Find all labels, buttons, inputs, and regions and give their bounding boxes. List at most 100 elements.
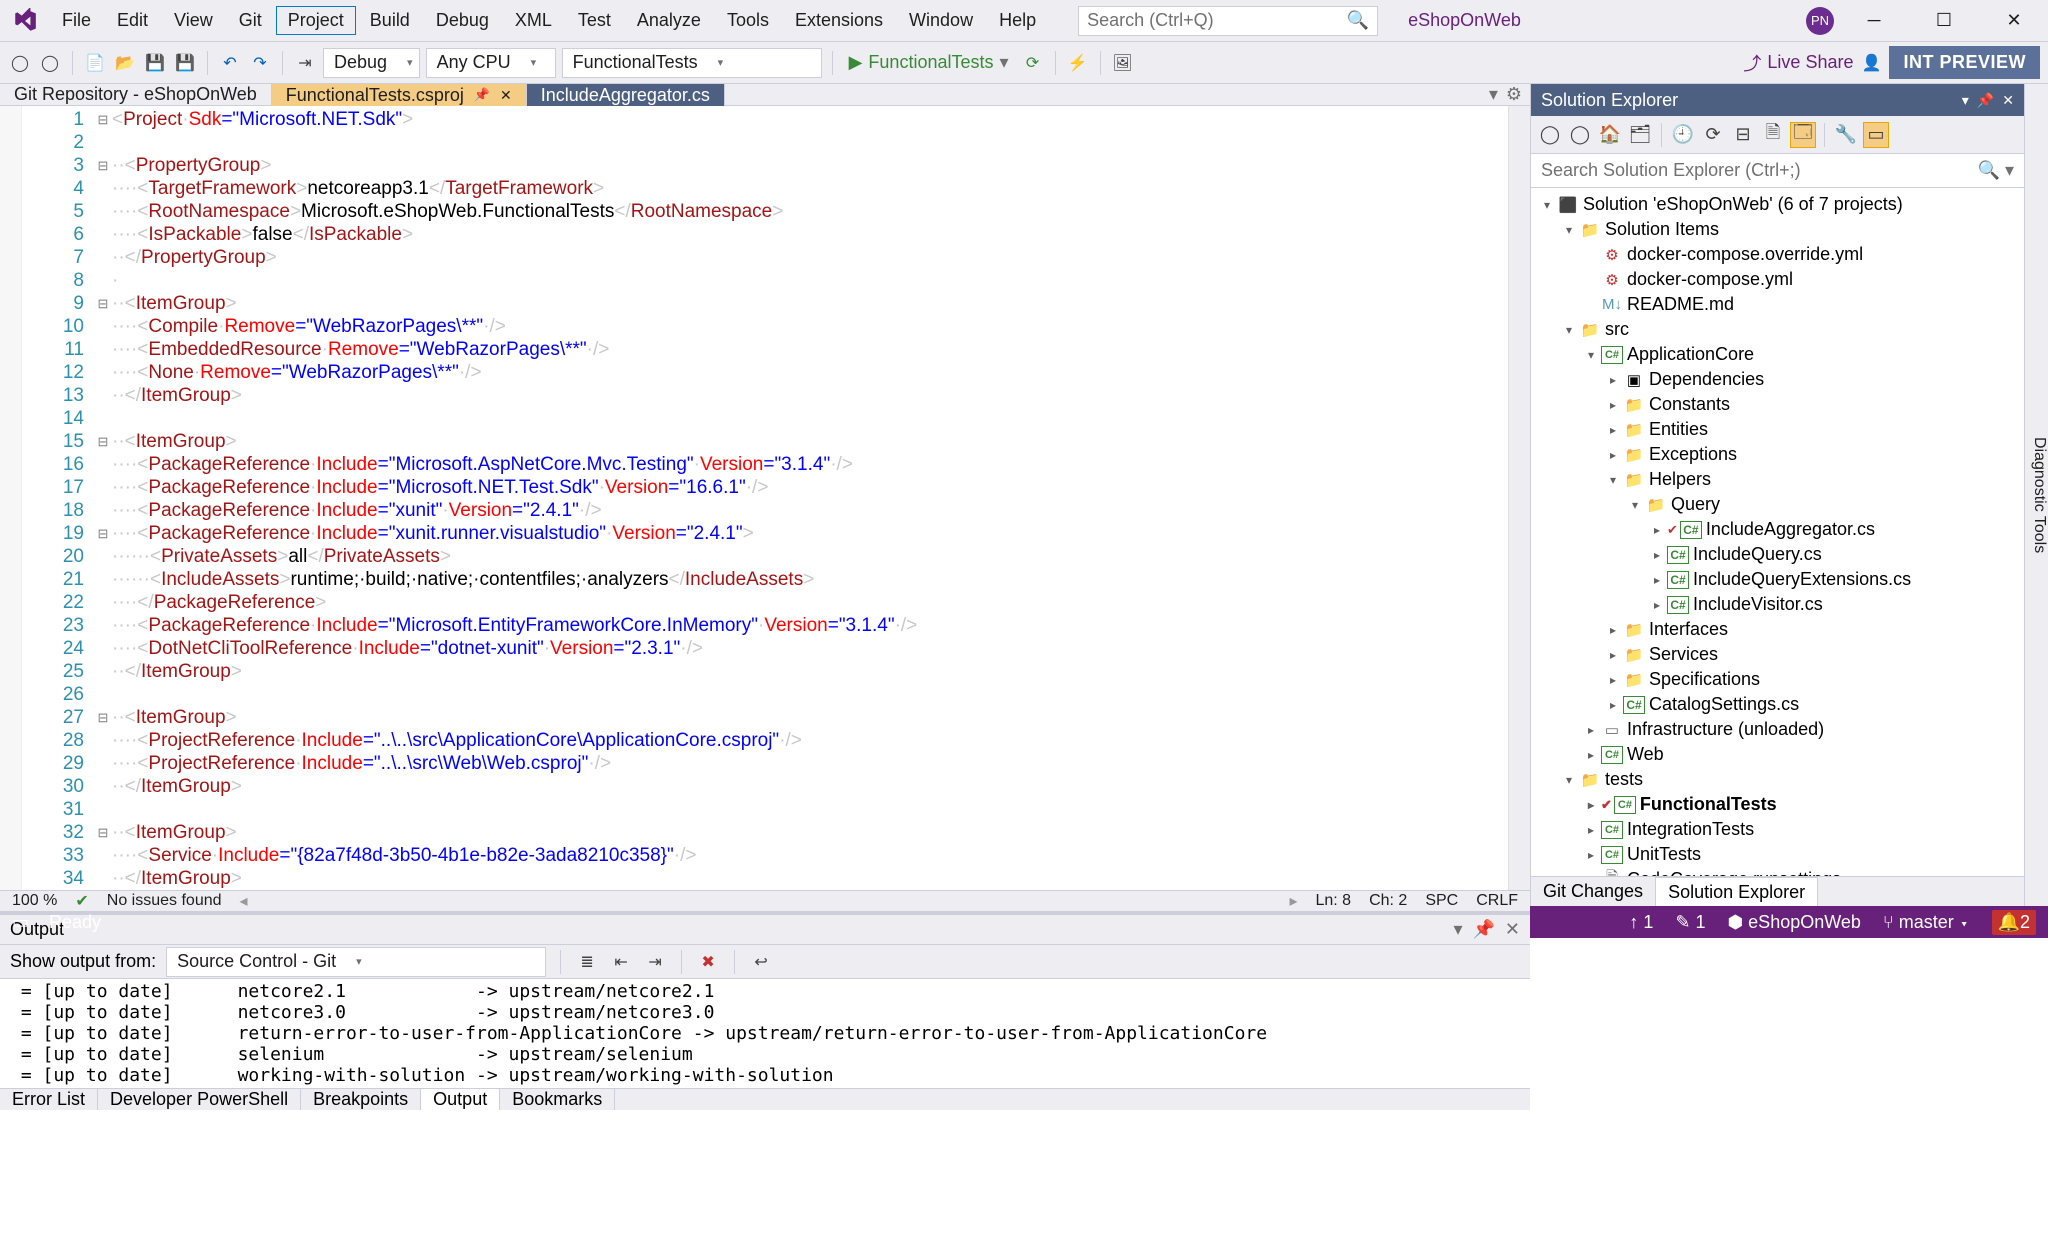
redo-icon[interactable]: ↷ [248,51,272,75]
tab-includeaggregator[interactable]: IncludeAggregator.cs [527,84,725,106]
menu-window[interactable]: Window [897,6,985,35]
tree-item[interactable]: ⚙docker-compose.yml [1531,267,2024,292]
menu-debug[interactable]: Debug [424,6,501,35]
bottom-tab-output[interactable]: Output [421,1089,500,1110]
tree-item[interactable]: ▸📁Exceptions [1531,442,2024,467]
code-editor[interactable]: 1234567891011121314151617181920212223242… [0,106,1530,890]
se-back-icon[interactable]: ◯ [1537,122,1563,148]
tree-item[interactable]: ▾C#ApplicationCore [1531,342,2024,367]
menu-project[interactable]: Project [276,6,356,35]
refresh-icon[interactable]: ⟳ [1021,51,1045,75]
status-notification-icon[interactable]: 🔔2 [1992,910,2036,935]
se-home-icon[interactable]: 🏠 [1597,122,1623,148]
browser-link-icon[interactable]: ⚡ [1066,51,1090,75]
platform-combo[interactable]: Any CPU▾ [426,48,556,78]
tab-functionaltests-csproj[interactable]: FunctionalTests.csproj 📌 ✕ [272,84,527,106]
pin-icon[interactable]: 📌 [474,87,490,103]
solution-root[interactable]: ▾ ⬛ Solution 'eShopOnWeb' (6 of 7 projec… [1531,192,2024,217]
indent-mode[interactable]: SPC [1425,892,1458,910]
tree-item[interactable]: M↓README.md [1531,292,2024,317]
undo-icon[interactable]: ↶ [218,51,242,75]
output-goto-icon[interactable]: ≣ [575,950,599,974]
menu-tools[interactable]: Tools [715,6,781,35]
se-fwd-icon[interactable]: ◯ [1567,122,1593,148]
panel-close-icon[interactable]: ✕ [2002,92,2014,109]
output-prev-icon[interactable]: ⇤ [609,950,633,974]
tree-item[interactable]: ▸📁Services [1531,642,2024,667]
se-refresh-icon[interactable]: ⟳ [1700,122,1726,148]
minimize-button[interactable]: ─ [1844,1,1904,41]
tree-item[interactable]: ▾📁Helpers [1531,467,2024,492]
config-combo[interactable]: Debug▾ [323,48,420,78]
bottom-tab-bookmarks[interactable]: Bookmarks [500,1089,615,1110]
output-next-icon[interactable]: ⇥ [643,950,667,974]
output-source-combo[interactable]: Source Control - Git▾ [166,947,546,977]
step-icon[interactable]: ⇥ [293,51,317,75]
tree-item[interactable]: ▸✔C#FunctionalTests [1531,792,2024,817]
user-avatar[interactable]: PN [1806,7,1834,35]
tree-item[interactable]: ▸📁Interfaces [1531,617,2024,642]
image-icon[interactable]: 🖼 [1111,51,1135,75]
menu-help[interactable]: Help [987,6,1048,35]
panel-pin-icon[interactable]: 📌 [1977,92,1994,109]
menu-extensions[interactable]: Extensions [783,6,895,35]
se-preview-icon[interactable]: 🗔 [1790,122,1816,148]
tree-item[interactable]: ▸📁Specifications [1531,667,2024,692]
tree-item[interactable]: ⚙docker-compose.override.yml [1531,242,2024,267]
menu-build[interactable]: Build [358,6,422,35]
tree-item[interactable]: ▾📁Query [1531,492,2024,517]
feedback-icon[interactable]: 👤 [1859,51,1883,75]
nav-fwd-icon[interactable]: ◯ [38,51,62,75]
diagnostic-tools-rail[interactable]: Diagnostic Tools [2024,84,2048,906]
editor-scrollbar[interactable] [1508,106,1530,890]
tree-item[interactable]: ▸C#IncludeVisitor.cs [1531,592,2024,617]
tree-item[interactable]: ▸C#UnitTests [1531,842,2024,867]
output-close-icon[interactable]: ✕ [1505,919,1520,940]
open-icon[interactable]: 📂 [113,51,137,75]
se-preview-selected-icon[interactable]: ▭ [1863,122,1889,148]
menu-edit[interactable]: Edit [105,6,160,35]
tree-item[interactable]: ▸C#Web [1531,742,2024,767]
tree-item[interactable]: ▾📁tests [1531,767,2024,792]
se-sync-icon[interactable]: 🕘 [1670,122,1696,148]
new-project-icon[interactable]: 📄 [83,51,107,75]
tree-item[interactable]: ▸📁Constants [1531,392,2024,417]
close-button[interactable]: ✕ [1984,1,2044,41]
output-clear-icon[interactable]: ✖ [696,950,720,974]
save-icon[interactable]: 💾 [143,51,167,75]
se-tab-git-changes[interactable]: Git Changes [1531,877,1655,906]
status-push-icon[interactable]: ↑ 1 [1629,912,1653,933]
menu-test[interactable]: Test [566,6,623,35]
tree-item[interactable]: ▸✔C#IncludeAggregator.cs [1531,517,2024,542]
close-tab-icon[interactable]: ✕ [500,87,512,104]
menu-git[interactable]: Git [227,6,274,35]
startup-combo[interactable]: FunctionalTests▾ [562,48,822,78]
nav-back-icon[interactable]: ◯ [8,51,32,75]
se-showall-icon[interactable]: 🗎 [1760,122,1786,148]
menu-view[interactable]: View [162,6,225,35]
tree-item[interactable]: ▸C#IncludeQuery.cs [1531,542,2024,567]
menu-xml[interactable]: XML [503,6,564,35]
tree-item[interactable]: ▸C#CatalogSettings.cs [1531,692,2024,717]
output-wrap-icon[interactable]: ↩ [749,950,773,974]
se-switch-icon[interactable]: 🗂 [1627,122,1653,148]
tree-item[interactable]: ▸📁Entities [1531,417,2024,442]
status-repo[interactable]: ⬢ eShopOnWeb [1727,912,1860,933]
tab-overflow-icon[interactable]: ▾ [1489,84,1498,105]
tab-git-repository[interactable]: Git Repository - eShopOnWeb [0,84,272,106]
tree-item[interactable]: ▸▣Dependencies [1531,367,2024,392]
status-edit-icon[interactable]: ✎ 1 [1675,912,1705,933]
menu-analyze[interactable]: Analyze [625,6,713,35]
tree-item[interactable]: ▾📁src [1531,317,2024,342]
panel-dropdown-icon[interactable]: ▾ [1962,92,1969,109]
tab-settings-icon[interactable]: ⚙ [1506,84,1522,105]
bottom-tab-error-list[interactable]: Error List [0,1089,98,1110]
se-properties-icon[interactable]: 🔧 [1833,122,1859,148]
zoom-level[interactable]: 100 % [12,892,57,910]
issues-text[interactable]: No issues found [107,892,222,910]
tree-item[interactable]: ▾📁Solution Items [1531,217,2024,242]
line-ending[interactable]: CRLF [1476,892,1518,910]
tree-item[interactable]: ▸C#IncludeQueryExtensions.cs [1531,567,2024,592]
start-debug-button[interactable]: ▶ FunctionalTests ▾ [843,52,1015,73]
solution-tree[interactable]: ▾ ⬛ Solution 'eShopOnWeb' (6 of 7 projec… [1531,188,2024,876]
